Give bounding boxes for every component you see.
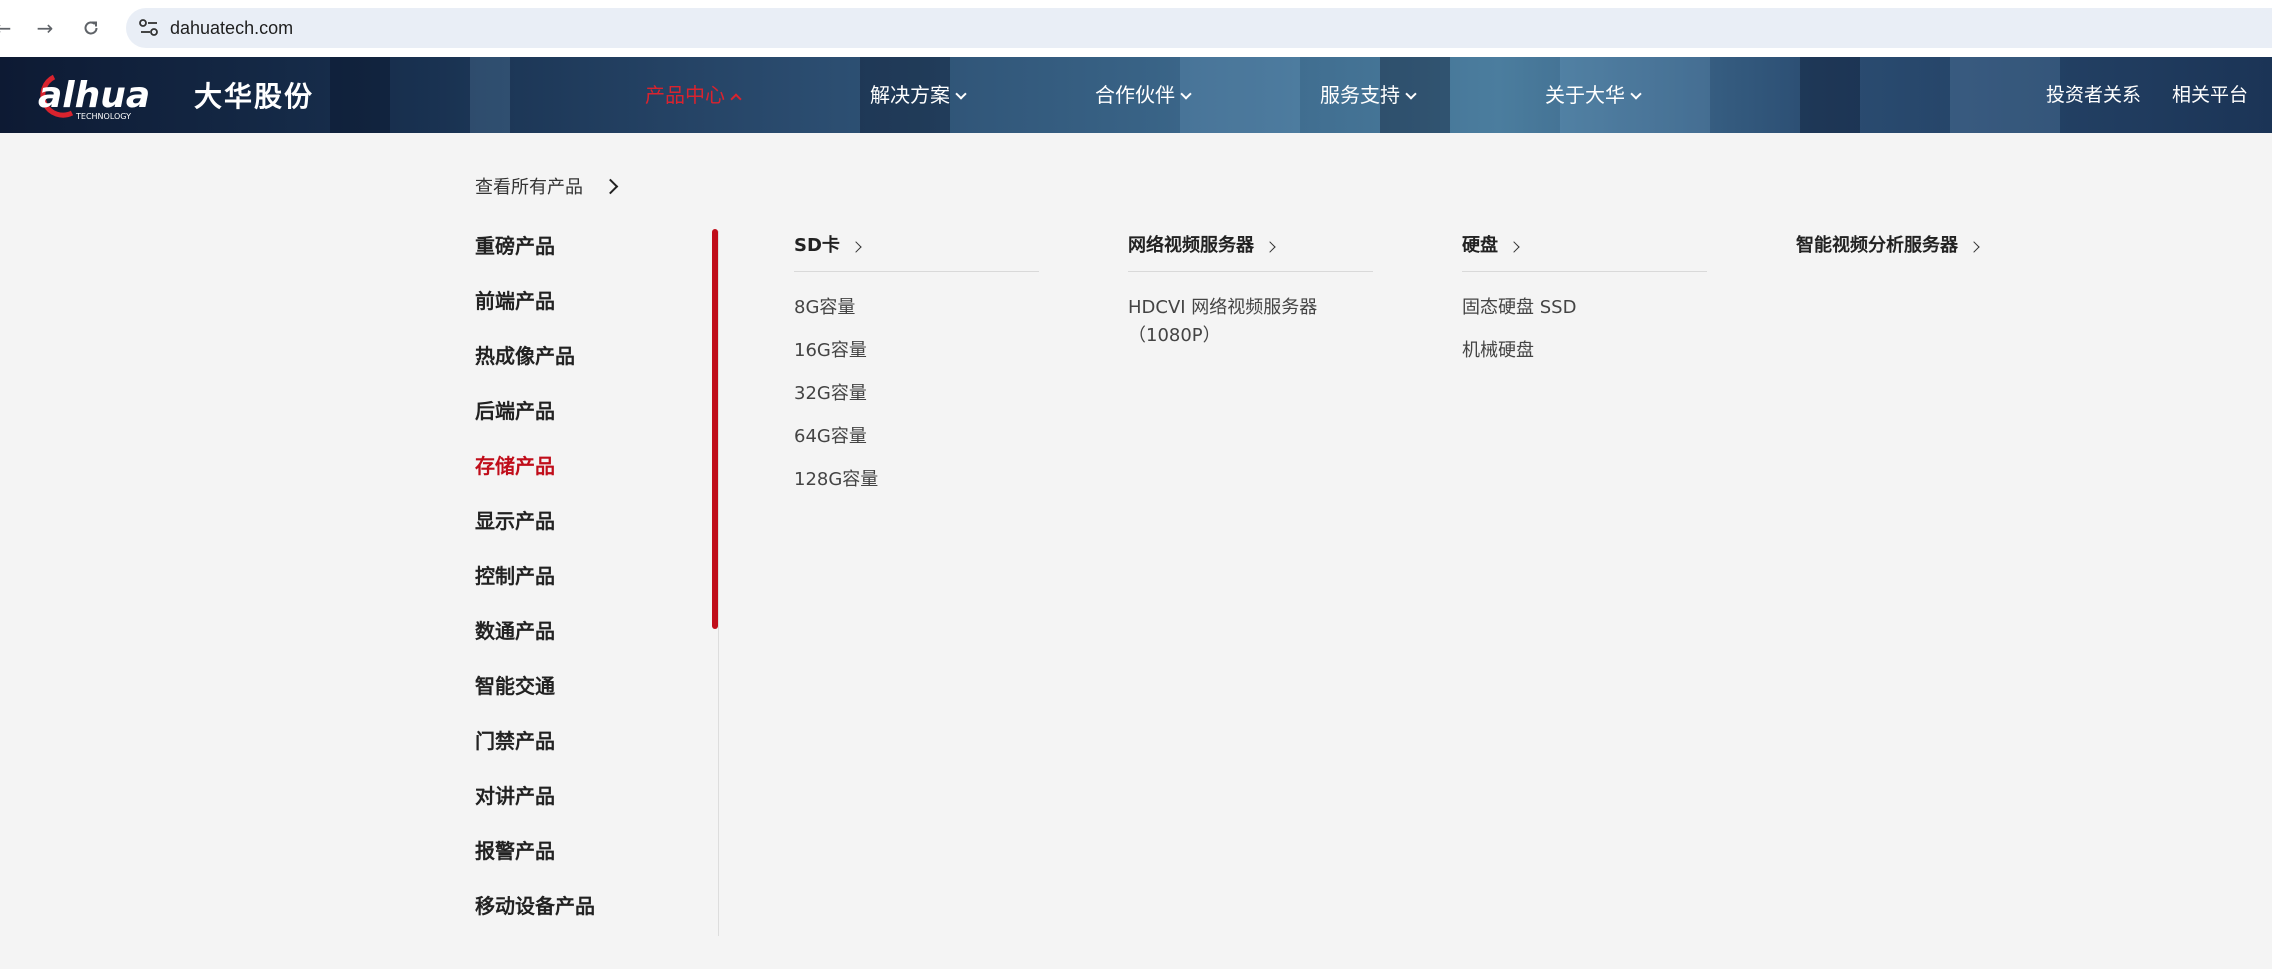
dahua-logo[interactable]: alhua TECHNOLOGY 大华股份 xyxy=(32,69,314,121)
chevron-right-icon xyxy=(850,241,862,253)
category-item[interactable]: 数通产品 xyxy=(475,616,705,671)
subcategory-column-hard-disk: 硬盘 固态硬盘 SSD 机械硬盘 xyxy=(1462,231,1712,380)
nav-partners[interactable]: 合作伙伴 xyxy=(1095,57,1192,133)
category-item[interactable]: 移动设备产品 xyxy=(475,891,705,946)
product-link[interactable]: 8G容量 xyxy=(794,294,1044,322)
nav-investor-relations[interactable]: 投资者关系 xyxy=(2046,57,2141,133)
product-link[interactable]: HDCVI 网络视频服务器（1080P） xyxy=(1128,294,1328,350)
active-indicator-bar xyxy=(712,229,718,629)
nav-label: 解决方案 xyxy=(870,83,950,107)
nav-label: 合作伙伴 xyxy=(1095,83,1175,107)
product-link[interactable]: 128G容量 xyxy=(794,466,1044,494)
logo-cn-text: 大华股份 xyxy=(194,80,315,113)
chevron-right-icon xyxy=(602,178,619,194)
arrow-left-icon[interactable]: ← xyxy=(0,13,18,43)
dahua-logo-icon: alhua TECHNOLOGY xyxy=(38,74,150,121)
category-item[interactable]: 对讲产品 xyxy=(475,781,705,836)
category-item[interactable]: 热成像产品 xyxy=(475,341,705,396)
product-link[interactable]: 固态硬盘 SSD xyxy=(1462,294,1712,322)
address-bar[interactable]: dahuatech.com xyxy=(126,8,2272,48)
nav-service-support[interactable]: 服务支持 xyxy=(1320,57,1417,133)
category-item[interactable]: 智能交通 xyxy=(475,671,705,726)
view-all-products-link[interactable]: 查看所有产品 xyxy=(475,173,619,199)
nav-related-platforms[interactable]: 相关平台 xyxy=(2172,57,2248,133)
chevron-down-icon xyxy=(1405,88,1417,100)
svg-text:TECHNOLOGY: TECHNOLOGY xyxy=(75,112,131,121)
site-settings-icon[interactable] xyxy=(138,18,160,38)
reload-icon[interactable] xyxy=(76,13,106,43)
subcategory-heading[interactable]: 网络视频服务器 xyxy=(1128,231,1378,271)
category-item[interactable]: 后端产品 xyxy=(475,396,705,451)
chevron-down-icon xyxy=(1180,88,1192,100)
divider xyxy=(1128,271,1373,272)
subcategory-heading[interactable]: 智能视频分析服务器 xyxy=(1796,231,2046,271)
category-item[interactable]: 控制产品 xyxy=(475,561,705,616)
subcategory-heading[interactable]: 硬盘 xyxy=(1462,231,1712,271)
divider xyxy=(718,231,719,936)
chevron-down-icon xyxy=(955,88,967,100)
product-link[interactable]: 32G容量 xyxy=(794,380,1044,408)
chevron-down-icon xyxy=(1630,88,1642,100)
subcategory-column-analysis-server: 智能视频分析服务器 xyxy=(1796,231,2046,271)
product-dropdown-panel: 查看所有产品 重磅产品 前端产品 热成像产品 后端产品 存储产品 显示产品 控制… xyxy=(0,133,2272,969)
nav-label: 产品中心 xyxy=(645,83,725,107)
svg-text:alhua: alhua xyxy=(38,75,150,116)
category-item[interactable]: 门禁产品 xyxy=(475,726,705,781)
site-header: alhua TECHNOLOGY 大华股份 产品中心 解决方案 合作伙伴 服务支… xyxy=(0,57,2272,133)
nav-about[interactable]: 关于大华 xyxy=(1545,57,1642,133)
nav-product-center[interactable]: 产品中心 xyxy=(645,57,742,133)
category-item[interactable]: 重磅产品 xyxy=(475,231,705,286)
chevron-right-icon xyxy=(1508,241,1520,253)
subcategory-heading[interactable]: SD卡 xyxy=(794,231,1044,271)
divider xyxy=(794,271,1039,272)
category-item-active[interactable]: 存储产品 xyxy=(475,451,705,506)
product-link[interactable]: 16G容量 xyxy=(794,337,1044,365)
arrow-right-icon[interactable]: → xyxy=(30,13,60,43)
subcategory-column-sd-card: SD卡 8G容量 16G容量 32G容量 64G容量 128G容量 xyxy=(794,231,1044,509)
chevron-up-icon xyxy=(730,93,742,105)
header-backdrop xyxy=(330,57,390,133)
category-item[interactable]: 报警产品 xyxy=(475,836,705,891)
product-link[interactable]: 机械硬盘 xyxy=(1462,337,1712,365)
url-text[interactable]: dahuatech.com xyxy=(170,8,293,48)
category-list: 重磅产品 前端产品 热成像产品 后端产品 存储产品 显示产品 控制产品 数通产品… xyxy=(475,231,705,946)
chevron-right-icon xyxy=(1264,241,1276,253)
divider xyxy=(1462,271,1707,272)
nav-label: 服务支持 xyxy=(1320,83,1400,107)
browser-toolbar: ← → dahuatech.com xyxy=(0,0,2272,57)
category-item[interactable]: 前端产品 xyxy=(475,286,705,341)
nav-solutions[interactable]: 解决方案 xyxy=(870,57,967,133)
subcategory-column-video-server: 网络视频服务器 HDCVI 网络视频服务器（1080P） xyxy=(1128,231,1378,365)
category-item[interactable]: 显示产品 xyxy=(475,506,705,561)
chevron-right-icon xyxy=(1968,241,1980,253)
product-link[interactable]: 64G容量 xyxy=(794,423,1044,451)
nav-label: 关于大华 xyxy=(1545,83,1625,107)
view-all-label: 查看所有产品 xyxy=(475,177,583,198)
